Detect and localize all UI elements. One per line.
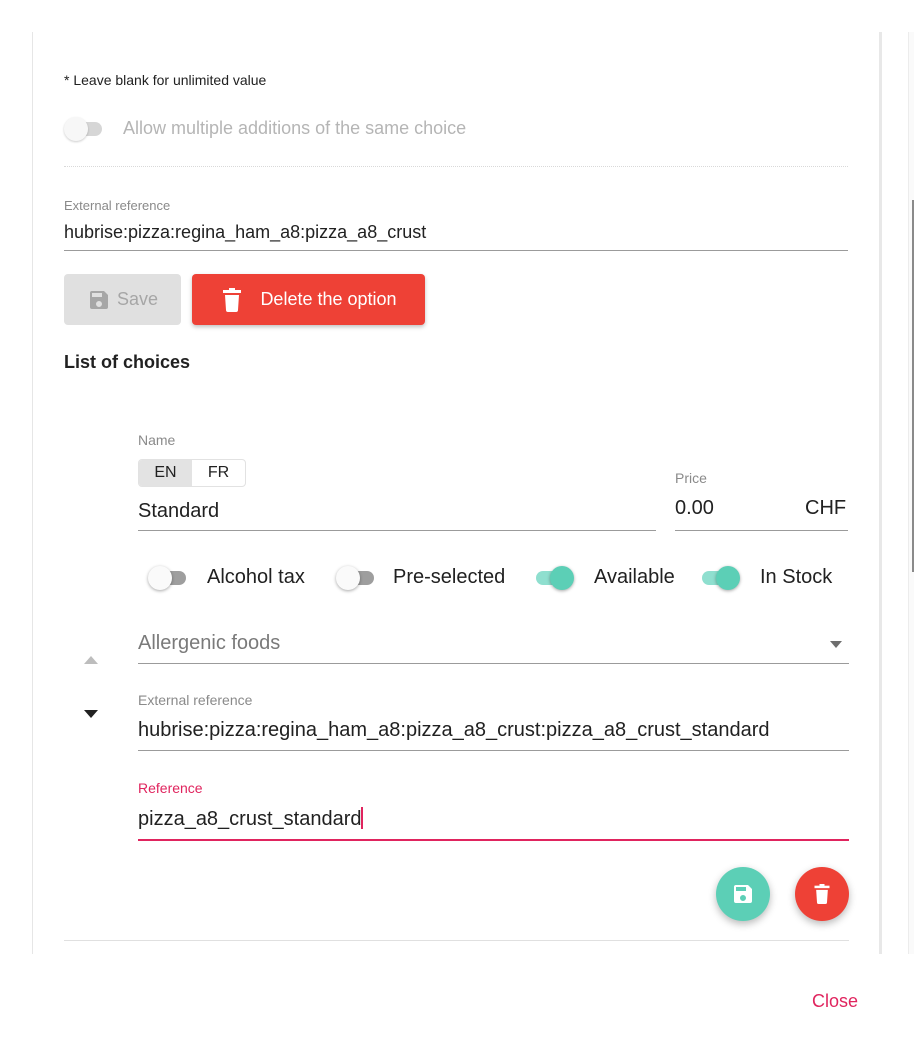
delete-option-button[interactable]: Delete the option — [192, 274, 425, 325]
allergenic-foods-select[interactable]: Allergenic foods — [138, 632, 280, 655]
choice-name-input[interactable]: Standard — [138, 500, 219, 523]
section-divider — [64, 166, 848, 167]
save-choice-button[interactable] — [716, 867, 770, 921]
choice-external-reference-input[interactable]: hubrise:pizza:regina_ham_a8:pizza_a8_cru… — [138, 719, 770, 742]
language-tab-en[interactable]: EN — [139, 460, 192, 486]
toggle-knob — [716, 566, 740, 590]
save-option-button[interactable]: Save — [64, 274, 181, 325]
language-tab-fr[interactable]: FR — [192, 460, 245, 486]
currency-suffix: CHF — [805, 497, 847, 519]
option-external-reference-label: External reference — [64, 198, 171, 213]
move-down-arrow-icon[interactable] — [84, 710, 98, 718]
alcohol-tax-label: Alcohol tax — [207, 566, 305, 588]
pre-selected-label: Pre-selected — [393, 566, 506, 588]
delete-option-label: Delete the option — [260, 289, 397, 309]
unlimited-hint: * Leave blank for unlimited value — [64, 72, 267, 88]
choice-price-underline — [675, 530, 848, 531]
trash-icon — [223, 287, 242, 312]
choices-divider — [64, 940, 849, 941]
choice-reference-input[interactable]: pizza_a8_crust_standard — [138, 807, 364, 831]
text-cursor — [361, 807, 364, 829]
alcohol-tax-toggle[interactable] — [148, 566, 186, 590]
list-of-choices-title: List of choices — [64, 352, 191, 372]
choice-reference-underline — [138, 839, 849, 841]
in-stock-label: In Stock — [760, 566, 833, 588]
choice-reference-label: Reference — [138, 780, 203, 796]
close-button[interactable]: Close — [812, 991, 858, 1012]
choice-name-underline — [138, 530, 656, 531]
toggle-knob — [64, 117, 88, 141]
delete-choice-button[interactable] — [795, 867, 849, 921]
choice-price-input[interactable]: 0.00 — [675, 497, 714, 520]
option-external-reference-underline — [64, 250, 848, 251]
choice-name-label: Name — [138, 432, 176, 448]
dropdown-caret-icon[interactable] — [830, 641, 842, 648]
choice-reference-value: pizza_a8_crust_standard — [138, 808, 362, 830]
choice-external-reference-label: External reference — [138, 692, 253, 708]
in-stock-toggle[interactable] — [702, 566, 740, 590]
allow-multiple-toggle[interactable] — [64, 117, 102, 141]
trash-icon — [814, 884, 830, 904]
available-toggle[interactable] — [536, 566, 574, 590]
allow-multiple-label: Allow multiple additions of the same cho… — [123, 118, 467, 138]
available-label: Available — [594, 566, 675, 588]
save-option-label: Save — [116, 289, 159, 309]
language-switch: EN FR — [138, 459, 246, 487]
move-up-arrow-icon[interactable] — [84, 656, 98, 664]
modal-dialog: * Leave blank for unlimited value Allow … — [0, 0, 914, 1042]
pre-selected-toggle[interactable] — [336, 566, 374, 590]
choice-external-reference-underline — [138, 750, 849, 751]
floppy-disk-icon — [734, 885, 752, 903]
toggle-knob — [148, 566, 172, 590]
option-external-reference-input[interactable]: hubrise:pizza:regina_ham_a8:pizza_a8_cru… — [64, 222, 426, 243]
allergenic-foods-underline — [138, 663, 849, 664]
floppy-disk-icon — [89, 290, 108, 309]
toggle-knob — [550, 566, 574, 590]
choice-price-label: Price — [675, 470, 707, 486]
toggle-knob — [336, 566, 360, 590]
